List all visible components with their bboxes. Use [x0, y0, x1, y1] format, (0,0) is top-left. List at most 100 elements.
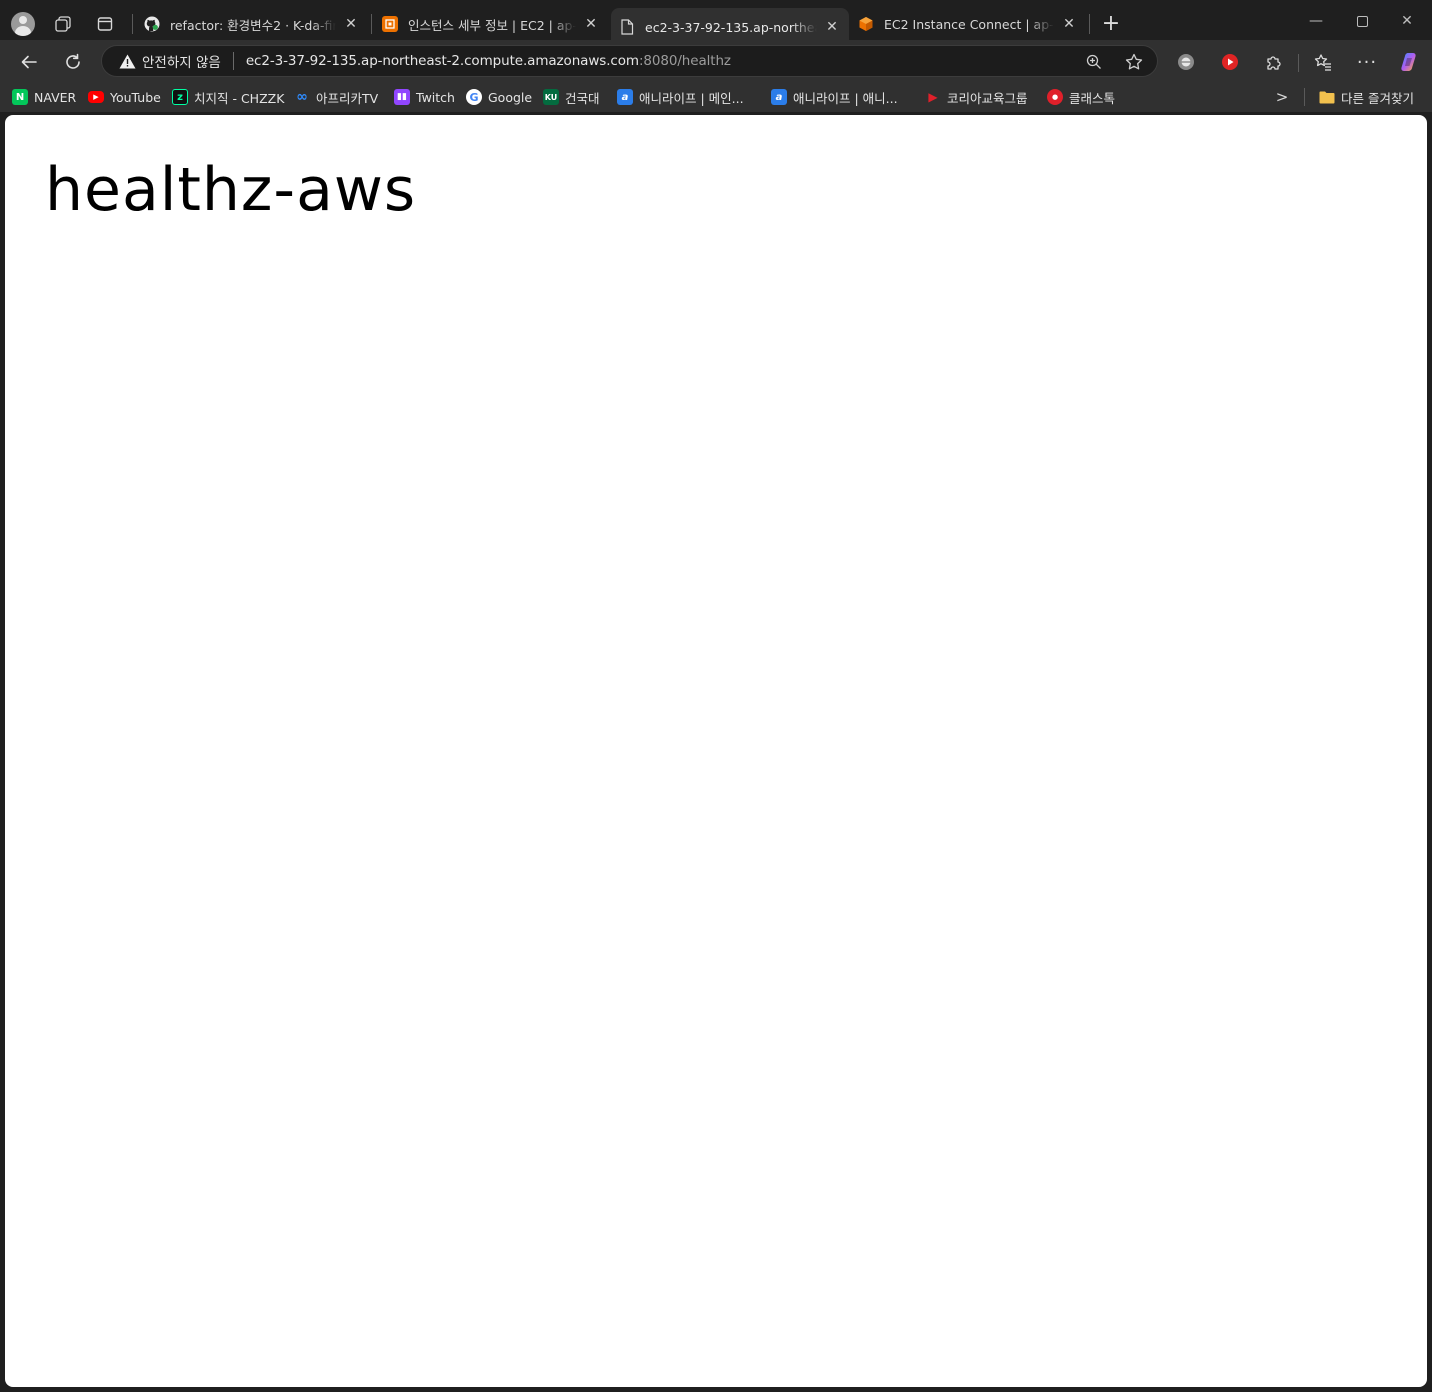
copilot-icon: [1401, 53, 1416, 71]
maximize-button[interactable]: [1347, 8, 1377, 34]
zoom-button[interactable]: [1084, 52, 1104, 72]
plus-icon: +: [1101, 10, 1121, 36]
play-icon: ▶: [928, 90, 938, 104]
youtube-icon: ▶: [88, 91, 104, 103]
bookmark-korea-edu[interactable]: ▶ 코리아교육그룹: [925, 86, 1028, 108]
bookmark-google[interactable]: G Google: [466, 86, 532, 108]
github-icon: [144, 16, 160, 32]
bookmark-konkuk[interactable]: KU 건국대: [543, 86, 600, 108]
bookmark-afreecatv[interactable]: ∞ 아프리카TV: [294, 86, 378, 108]
back-button[interactable]: [15, 48, 43, 76]
bookmarks-bar: N NAVER ▶ YouTube z 치지직 - CHZZK ∞ 아프리카TV…: [0, 82, 1432, 112]
minimize-button[interactable]: —: [1301, 8, 1331, 34]
extensions-button[interactable]: [1262, 50, 1286, 74]
bookmark-label: 다른 즐겨찾기: [1341, 90, 1414, 106]
tab-separator: [1089, 14, 1090, 34]
more-icon: ···: [1356, 51, 1378, 73]
url-path: :8080/healthz: [638, 53, 731, 69]
tab-ec2-instance-details[interactable]: 인스턴스 세부 정보 | EC2 | ap-nor ✕: [374, 8, 608, 40]
bookmarks-separator: [1304, 88, 1305, 106]
new-tab-button[interactable]: +: [1098, 10, 1124, 36]
address-bar[interactable]: 안전하지 않음 ec2-3-37-92-135.ap-northeast-2.c…: [101, 45, 1158, 77]
profile-button[interactable]: [9, 10, 37, 38]
extension-button[interactable]: [1174, 50, 1198, 74]
bookmark-label: 코리아교육그룹: [947, 90, 1028, 106]
anilife-icon: a: [771, 89, 787, 105]
close-icon: ✕: [1401, 13, 1413, 29]
bookmark-label: YouTube: [110, 89, 161, 105]
tab-title: ec2-3-37-92-135.ap-northeast-2.c: [645, 19, 817, 35]
classtalk-icon: ●: [1047, 89, 1063, 105]
bookmark-anilife-main[interactable]: a 애니라이프 | 메인...: [617, 86, 744, 108]
tab-title: EC2 Instance Connect | ap-northe: [884, 16, 1054, 32]
copilot-button[interactable]: [1397, 50, 1421, 74]
bookmark-youtube[interactable]: ▶ YouTube: [88, 86, 161, 108]
tab-separator: [132, 14, 133, 34]
security-status-label[interactable]: 안전하지 않음: [142, 51, 221, 71]
puzzle-icon: [1267, 56, 1281, 70]
tab-title: refactor: 환경변수2 · K-da-fire/plu: [170, 17, 336, 33]
extension-badge-icon: [1178, 54, 1194, 70]
bookmarks-overflow-button[interactable]: >: [1271, 86, 1293, 108]
warning-icon[interactable]: [118, 52, 136, 70]
bookmark-label: Google: [488, 89, 533, 105]
bookmark-label: 치지직 - CHZZK: [194, 90, 285, 106]
twitch-icon: ▮▮: [394, 89, 410, 105]
favorite-button[interactable]: [1124, 52, 1144, 72]
tab-ec2-instance-connect[interactable]: EC2 Instance Connect | ap-northe ✕: [850, 8, 1086, 40]
tab-separator: [371, 14, 372, 34]
close-icon[interactable]: ✕: [1060, 15, 1078, 33]
star-icon: [1125, 53, 1143, 70]
close-icon[interactable]: ✕: [823, 18, 841, 36]
bookmark-label: 애니라이프 | 메인...: [639, 90, 744, 106]
minimize-icon: —: [1309, 13, 1323, 29]
workspaces-icon: [55, 16, 71, 32]
play-icon: [1222, 54, 1238, 70]
bookmark-anilife-anime[interactable]: a 애니라이프 | 애니...: [771, 86, 898, 108]
bookmark-classtalk[interactable]: ● 클래스톡: [1047, 86, 1115, 108]
afreecatv-icon: ∞: [296, 89, 308, 105]
close-icon[interactable]: ✕: [342, 15, 360, 33]
refresh-icon: [66, 53, 80, 69]
bookmark-twitch[interactable]: ▮▮ Twitch: [394, 86, 455, 108]
workspaces-button[interactable]: [49, 10, 77, 38]
page-viewport: healthz-aws: [5, 115, 1427, 1387]
konkuk-icon: KU: [543, 89, 559, 105]
vertical-tabs-button[interactable]: [91, 10, 119, 38]
url-host: ec2-3-37-92-135.ap-northeast-2.compute.a…: [245, 53, 639, 69]
favorites-button[interactable]: [1311, 50, 1335, 74]
close-icon[interactable]: ✕: [582, 15, 600, 33]
aws-cube-icon: [858, 16, 874, 32]
document-icon: [619, 19, 635, 35]
google-icon: G: [466, 89, 482, 105]
aws-ec2-icon: [382, 16, 398, 32]
chevron-right-icon: >: [1275, 88, 1289, 106]
refresh-button[interactable]: [59, 48, 87, 76]
page-body-text: healthz-aws: [45, 155, 417, 225]
naver-icon: N: [12, 89, 28, 105]
youtube-extension-button[interactable]: [1218, 50, 1242, 74]
other-favorites-folder[interactable]: 다른 즐겨찾기: [1319, 86, 1414, 108]
anilife-icon: a: [617, 89, 633, 105]
settings-more-button[interactable]: ···: [1355, 50, 1379, 74]
bookmark-label: NAVER: [34, 89, 77, 105]
bookmark-label: Twitch: [416, 89, 455, 105]
bookmark-chzzk[interactable]: z 치지직 - CHZZK: [172, 86, 284, 108]
url-text[interactable]: ec2-3-37-92-135.ap-northeast-2.compute.a…: [246, 53, 731, 69]
bookmark-label: 애니라이프 | 애니...: [793, 90, 898, 106]
restore-icon: [1356, 15, 1368, 27]
avatar-icon: [11, 12, 35, 36]
close-window-button[interactable]: ✕: [1392, 8, 1422, 34]
tab-actions-icon: [97, 17, 113, 31]
address-divider: [232, 52, 234, 70]
toolbar-separator: [1298, 54, 1299, 72]
chzzk-icon: z: [172, 89, 188, 105]
bookmark-label: 아프리카TV: [316, 90, 379, 106]
folder-icon: [1319, 89, 1335, 105]
zoom-icon: [1086, 54, 1101, 69]
toolbar: 안전하지 않음 ec2-3-37-92-135.ap-northeast-2.c…: [0, 40, 1432, 82]
bookmark-naver[interactable]: N NAVER: [12, 86, 76, 108]
tab-title: 인스턴스 세부 정보 | EC2 | ap-nor: [408, 17, 576, 33]
bookmark-label: 건국대: [565, 90, 600, 106]
tab-github[interactable]: refactor: 환경변수2 · K-da-fire/plu ✕: [136, 8, 368, 40]
